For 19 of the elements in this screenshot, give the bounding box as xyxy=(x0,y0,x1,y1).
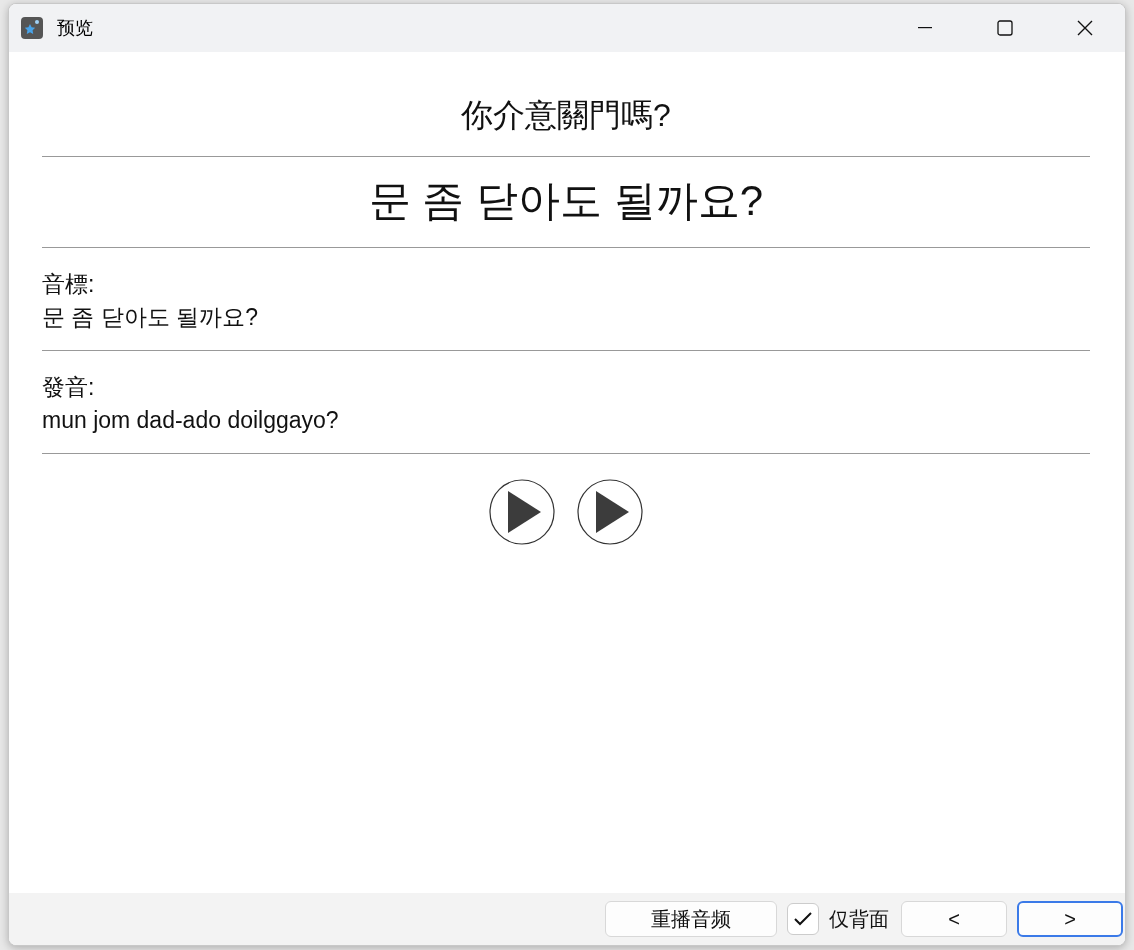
field-value: mun jom dad-ado doilggayo? xyxy=(42,406,340,435)
field-label: 發音: xyxy=(42,373,96,402)
window-title: 预览 xyxy=(57,17,94,40)
back-only-label: 仅背面 xyxy=(829,906,889,932)
field-value: 문 좀 닫아도 될까요? xyxy=(42,303,259,332)
play-button[interactable] xyxy=(489,479,555,545)
front-text: 你介意關門嗎? xyxy=(460,96,672,135)
field-label: 音標: xyxy=(42,270,96,299)
back-text: 문 좀 닫아도 될까요? xyxy=(367,176,765,226)
maximize-icon xyxy=(997,20,1013,36)
checkmark-icon xyxy=(793,911,813,927)
star-app-icon xyxy=(21,17,43,39)
play-button[interactable] xyxy=(577,479,643,545)
replay-audio-button[interactable]: 重播音频 xyxy=(605,901,777,937)
next-button[interactable]: > xyxy=(1017,901,1123,937)
previous-button[interactable]: < xyxy=(901,901,1007,937)
back-only-checkbox[interactable] xyxy=(787,903,819,935)
close-icon xyxy=(1077,20,1093,36)
minimize-icon xyxy=(918,27,932,29)
